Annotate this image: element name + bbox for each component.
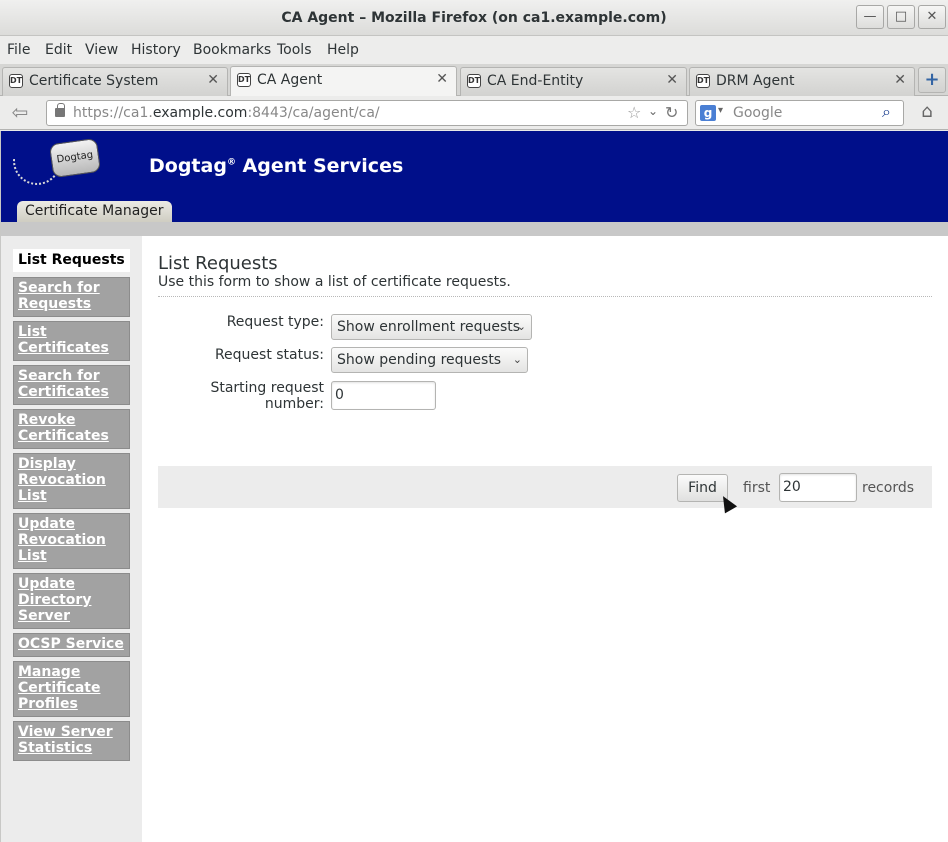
url-path: :8443/ca/agent/ca/ (247, 105, 380, 121)
maximize-button[interactable]: □ (887, 5, 915, 29)
tab-label: CA Agent (257, 72, 323, 88)
menu-view[interactable]: View (85, 42, 118, 58)
new-tab-button[interactable]: + (918, 67, 946, 93)
tab-label: CA End-Entity (487, 73, 584, 89)
google-icon[interactable]: g (700, 105, 716, 121)
sidebar-item-search-certificates[interactable]: Search for Certificates (13, 365, 130, 405)
registered-mark: ® (226, 157, 236, 168)
dogtag-logo-tag: Dogtag (48, 137, 102, 179)
page-viewport: Dogtag Dogtag® Agent Services Certificat… (0, 131, 948, 842)
records-label: records (862, 480, 915, 496)
reload-icon[interactable]: ↻ (665, 103, 678, 122)
minimize-icon: — (863, 9, 877, 24)
search-bar[interactable]: g ▾ Google ⌕ (695, 100, 904, 126)
menu-help[interactable]: Help (327, 42, 359, 58)
sidebar-item-view-server-statistics[interactable]: View Server Statistics (13, 721, 130, 761)
first-label: first (743, 480, 771, 496)
request-type-value: Show enrollment requests (337, 319, 521, 335)
chevron-down-icon: ⌄ (512, 353, 522, 366)
search-placeholder: Google (733, 105, 783, 121)
find-bar: Find first 20 records (158, 466, 932, 514)
url-host: example.com (152, 105, 248, 121)
close-tab-icon[interactable]: ✕ (207, 72, 219, 88)
window-titlebar: CA Agent – Mozilla Firefox (on ca1.examp… (0, 0, 948, 36)
sidebar-item-list-requests[interactable]: List Requests (13, 249, 130, 272)
page-description: Use this form to show a list of certific… (158, 274, 511, 290)
sidebar-item-manage-certificate-profiles[interactable]: Manage Certificate Profiles (13, 661, 130, 717)
tab-label: Certificate System (29, 73, 159, 89)
tab-certificate-system[interactable]: DT Certificate System ✕ (2, 67, 228, 96)
url-text[interactable]: https://ca1.example.com:8443/ca/agent/ca… (73, 105, 380, 121)
search-icon[interactable]: ⌕ (882, 102, 891, 122)
brand-title: Dogtag® Agent Services (149, 155, 403, 177)
plus-icon: + (924, 69, 940, 90)
sidebar-item-update-revocation-list[interactable]: Update Revocation List (13, 513, 130, 569)
menu-file[interactable]: File (7, 42, 30, 58)
minimize-button[interactable]: — (856, 5, 884, 29)
starting-request-number-label: Starting request number: (210, 380, 324, 412)
url-bar[interactable]: https://ca1.example.com:8443/ca/agent/ca… (46, 100, 688, 126)
tab-ca-end-entity[interactable]: DT CA End-Entity ✕ (460, 67, 687, 96)
starting-request-number-input[interactable]: 0 (331, 381, 436, 410)
menu-history[interactable]: History (131, 42, 181, 58)
request-status-value: Show pending requests (337, 352, 502, 368)
close-icon: ✕ (926, 9, 938, 24)
menu-tools[interactable]: Tools (277, 42, 312, 58)
navigation-bar: ⇦ https://ca1.example.com:8443/ca/agent/… (0, 96, 948, 130)
tab-drm-agent[interactable]: DT DRM Agent ✕ (689, 67, 915, 96)
sidebar: List Requests Search for Requests List C… (1, 236, 142, 842)
divider (158, 296, 932, 297)
request-status-select[interactable]: Show pending requests ⌄ (331, 347, 528, 373)
request-status-label: Request status: (214, 347, 324, 363)
page-title: List Requests (158, 253, 278, 274)
sidebar-item-list-certificates[interactable]: List Certificates (13, 321, 130, 361)
request-type-select[interactable]: Show enrollment requests ⌄ (331, 314, 532, 340)
close-window-button[interactable]: ✕ (918, 5, 946, 29)
dogtag-favicon-icon: DT (467, 74, 481, 88)
brand-suffix: Agent Services (235, 155, 404, 177)
brand-name: Dogtag (149, 155, 227, 177)
menu-bar: File Edit View History Bookmarks Tools H… (0, 36, 948, 64)
sidebar-item-update-directory-server[interactable]: Update Directory Server (13, 573, 130, 629)
dogtag-favicon-icon: DT (696, 74, 710, 88)
sidebar-item-display-revocation-list[interactable]: Display Revocation List (13, 453, 130, 509)
sidebar-item-ocsp-service[interactable]: OCSP Service (13, 633, 130, 657)
maximize-icon: □ (894, 9, 908, 24)
tab-label: DRM Agent (716, 73, 795, 89)
tab-ca-agent[interactable]: DT CA Agent ✕ (230, 66, 457, 96)
header-separator (1, 222, 948, 236)
back-button[interactable]: ⇦ (6, 101, 34, 125)
url-dropdown-icon[interactable]: ⌄ (648, 104, 658, 118)
request-type-label: Request type: (226, 314, 324, 330)
main-content: List Requests Use this form to show a li… (142, 236, 948, 842)
dogtag-favicon-icon: DT (237, 73, 251, 87)
bookmark-star-icon[interactable]: ☆ (627, 103, 641, 122)
url-prefix: https://ca1. (73, 105, 153, 121)
dogtag-logo: Dogtag (13, 137, 102, 189)
close-tab-icon[interactable]: ✕ (436, 71, 448, 87)
header-banner: Dogtag Dogtag® Agent Services Certificat… (1, 131, 948, 222)
tab-certificate-manager[interactable]: Certificate Manager (17, 201, 172, 222)
window-title: CA Agent – Mozilla Firefox (on ca1.examp… (281, 10, 667, 26)
home-button[interactable]: ⌂ (914, 101, 940, 125)
chevron-down-icon: ⌄ (516, 320, 526, 333)
menu-bookmarks[interactable]: Bookmarks (193, 42, 271, 58)
sidebar-item-search-requests[interactable]: Search for Requests (13, 277, 130, 317)
close-tab-icon[interactable]: ✕ (894, 72, 906, 88)
dogtag-favicon-icon: DT (9, 74, 23, 88)
home-icon: ⌂ (921, 101, 933, 122)
back-arrow-icon: ⇦ (11, 100, 29, 124)
search-engine-dropdown-icon[interactable]: ▾ (718, 105, 723, 116)
menu-edit[interactable]: Edit (45, 42, 72, 58)
sidebar-item-revoke-certificates[interactable]: Revoke Certificates (13, 409, 130, 449)
close-tab-icon[interactable]: ✕ (666, 72, 678, 88)
lock-icon (55, 103, 65, 117)
record-count-input[interactable]: 20 (779, 473, 857, 502)
